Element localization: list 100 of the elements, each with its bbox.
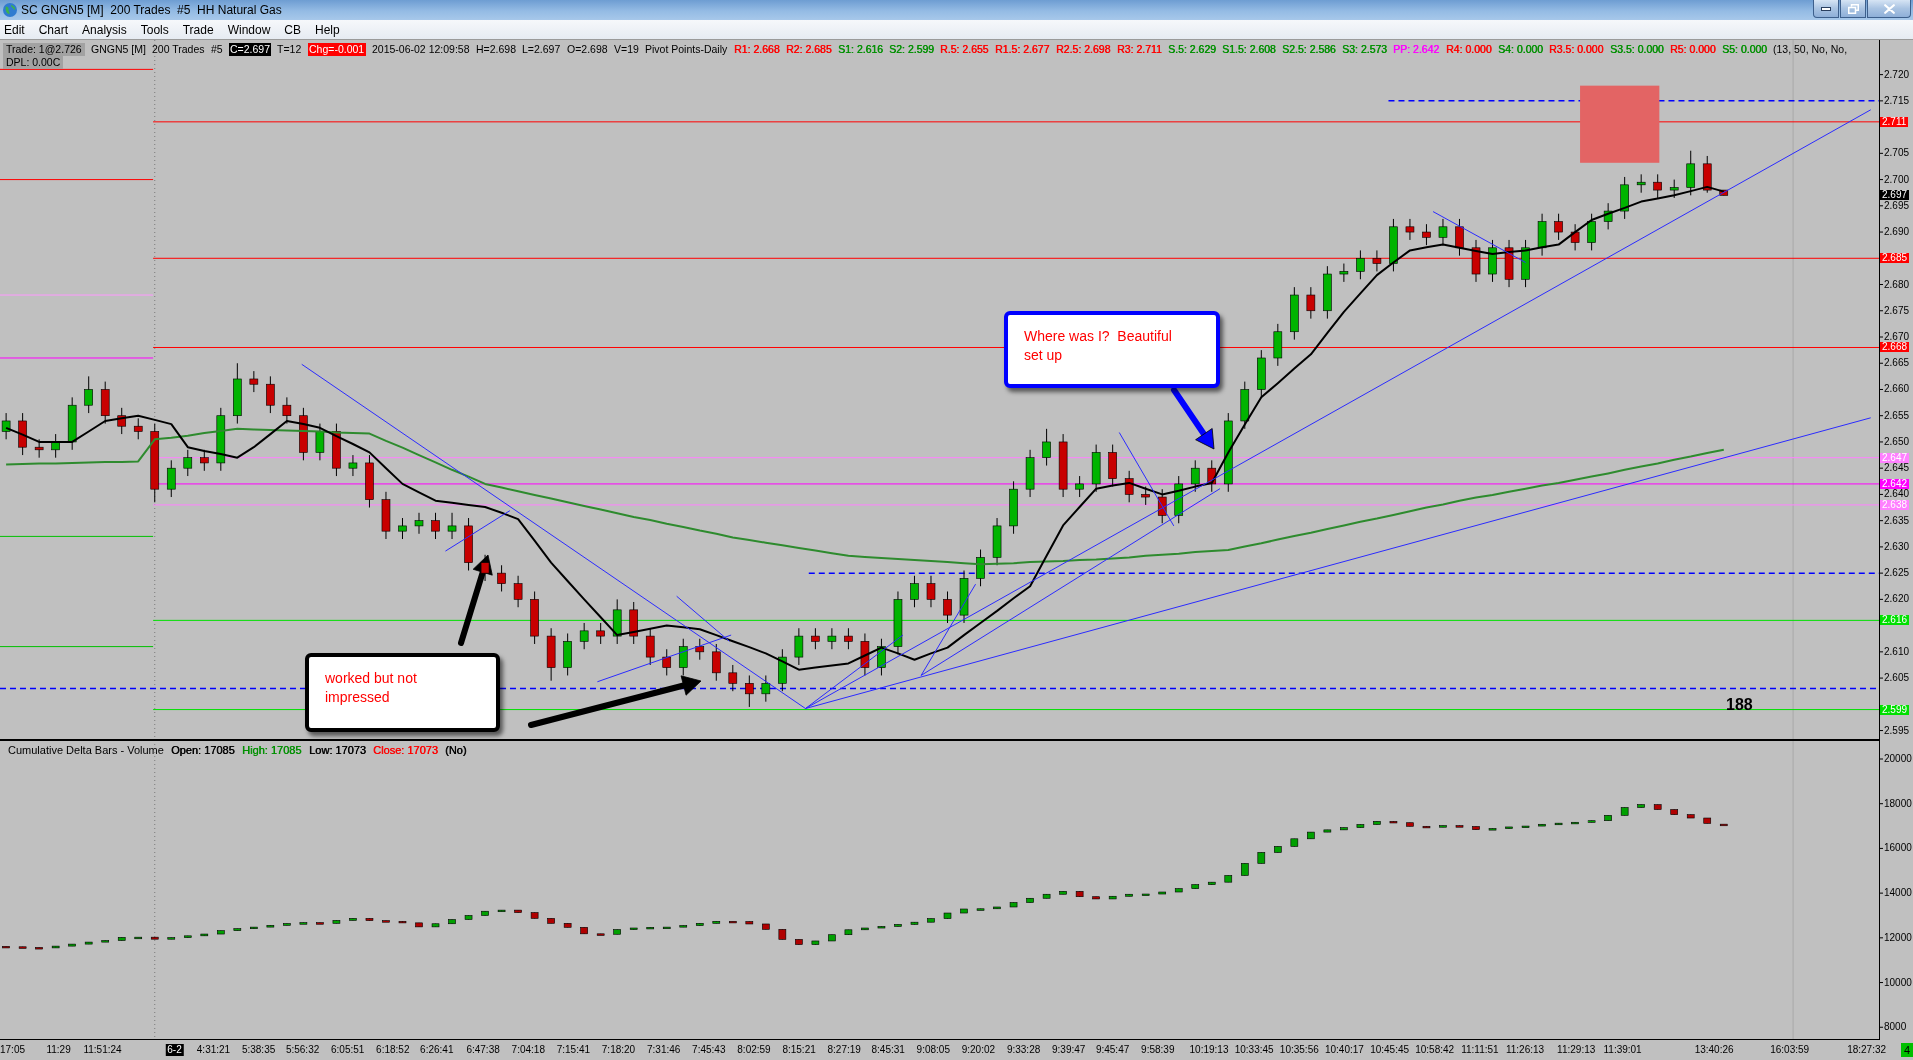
axis-label: 2.705 <box>1884 148 1910 159</box>
info-text: T=12 <box>277 43 302 56</box>
time-label: 5:38:35 <box>241 1044 276 1056</box>
time-label: 9:58:39 <box>1141 1044 1175 1056</box>
time-label: 9:20:02 <box>961 1044 996 1056</box>
pivot-value: S3.5: 0.000 <box>1610 43 1664 56</box>
price-tag: 2.668 <box>1880 342 1910 353</box>
axis-label: 2.695 <box>1884 200 1910 211</box>
trade-info: Trade: 1@2.726 <box>3 43 85 56</box>
axis-label: 2.610 <box>1884 646 1910 657</box>
time-label: 6:47:38 <box>466 1044 500 1056</box>
time-label: 8:15:21 <box>782 1044 816 1056</box>
pivot-value: R2.5: 2.698 <box>1056 43 1111 56</box>
axis-label: 2.640 <box>1884 489 1910 500</box>
time-label: 18:27:32 <box>1847 1044 1887 1056</box>
count-label: 4 <box>1900 1043 1913 1057</box>
axis-label: 20000 <box>1884 754 1912 764</box>
time-label: 13:40:26 <box>1694 1044 1734 1056</box>
time-label: 7:45:43 <box>692 1044 726 1056</box>
price-tag: 2.616 <box>1880 615 1910 626</box>
time-label: 9:39:47 <box>1052 1044 1086 1056</box>
time-label: 9:08:05 <box>916 1044 950 1056</box>
info-text: Pivot Points-Daily <box>645 43 728 56</box>
time-label: 11:51:24 <box>83 1044 122 1056</box>
date-marker: 6-2 <box>165 1044 184 1056</box>
axis-label: 2.675 <box>1884 305 1910 316</box>
time-label: 7:04:18 <box>511 1044 545 1056</box>
axis-label: 2.595 <box>1884 725 1910 736</box>
time-label: 10:19:13 <box>1189 1044 1229 1056</box>
axis-label: 2.700 <box>1884 174 1910 185</box>
time-label: 4:31:21 <box>196 1044 231 1056</box>
study-value: Close: 17073 <box>373 744 438 757</box>
time-label: 8:02:59 <box>737 1044 771 1056</box>
pivot-value: R3: 2.711 <box>1117 43 1162 56</box>
pivot-value: PP: 2.642 <box>1393 43 1440 56</box>
axis-label: 2.630 <box>1884 541 1910 552</box>
price-tag: 2.711 <box>1880 116 1909 127</box>
axis-label: 12000 <box>1884 932 1912 943</box>
axis-label: 2.645 <box>1884 463 1910 474</box>
last-price: C=2.697 <box>229 43 271 56</box>
time-label: 10:45:45 <box>1370 1044 1410 1056</box>
price-tag: 2.685 <box>1880 253 1910 264</box>
time-label: 11:29:13 <box>1557 1044 1596 1056</box>
pivot-value: S2: 2.599 <box>889 43 934 56</box>
time-label: 6:18:52 <box>376 1044 410 1056</box>
axis-label: 2.715 <box>1884 95 1910 106</box>
info-text: 2015-06-02 12:09:58 <box>372 43 470 56</box>
pivot-value: R2: 2.685 <box>786 43 832 56</box>
axis-label: 2.650 <box>1884 436 1910 447</box>
axis-label: 2.690 <box>1884 227 1910 238</box>
callout-note: worked but not impressed <box>305 653 500 732</box>
time-label: 11:39:01 <box>1603 1044 1642 1056</box>
study-value: High: 17085 <box>242 744 302 757</box>
time-label: 10:35:56 <box>1279 1044 1319 1056</box>
axis-label: 2.635 <box>1884 515 1910 526</box>
time-label: 9:45:47 <box>1095 1044 1130 1056</box>
pivot-value: S5: 0.000 <box>1722 43 1767 56</box>
axis-label: 18000 <box>1884 798 1912 809</box>
pivot-value: S4: 0.000 <box>1498 43 1543 56</box>
time-label: 10:33:45 <box>1234 1044 1274 1056</box>
axis-label: 2.660 <box>1884 384 1910 395</box>
price-tag: 2.599 <box>1880 704 1910 715</box>
pivot-value: R5: 0.000 <box>1670 43 1716 56</box>
dpl-label: DPL: 0.00C <box>3 56 64 69</box>
axis-label: 8000 <box>1884 1022 1907 1033</box>
pivot-value: R1.5: 2.677 <box>995 43 1050 56</box>
axis-label: 2.680 <box>1884 279 1910 290</box>
info-text: GNGN5 [M] <box>91 43 146 56</box>
pivot-value: S1.5: 2.608 <box>1222 43 1276 56</box>
callout-note: Where was I? Beautiful set up <box>1004 311 1220 388</box>
time-label: 8:27:19 <box>827 1044 861 1056</box>
info-text: #5 <box>211 43 223 56</box>
study-settings-text: (13, 50, No, No, <box>1773 43 1848 56</box>
axis-label: 2.665 <box>1884 358 1910 369</box>
axis-label: 14000 <box>1884 888 1912 899</box>
price-tag: 2.638 <box>1880 499 1910 510</box>
study-value: Open: 17085 <box>171 744 235 757</box>
info-text: O=2.698 <box>567 43 608 56</box>
time-label: 10:58:42 <box>1415 1044 1455 1056</box>
time-label: 17:05 <box>0 1044 26 1056</box>
annotation-label: 188 <box>1726 696 1753 714</box>
info-text: 200 Trades <box>152 43 205 56</box>
study-value: (No) <box>445 744 467 757</box>
study-value: Low: 17073 <box>309 744 366 757</box>
price-tag: 2.642 <box>1880 478 1910 489</box>
time-label: 9:33:28 <box>1006 1044 1041 1056</box>
pivot-value: R1: 2.668 <box>734 43 780 56</box>
window-title: SC GNGN5 [M] 200 Trades #5 HH Natural Gas <box>21 3 282 17</box>
pivot-value: S3: 2.573 <box>1342 43 1387 56</box>
axis-label: 16000 <box>1884 843 1912 854</box>
axis-label: 10000 <box>1884 977 1912 988</box>
time-label: 6:05:51 <box>331 1044 365 1056</box>
time-label: 11:11:51 <box>1461 1044 1499 1056</box>
time-label: 8:45:31 <box>871 1044 905 1056</box>
axis-label: 2.720 <box>1884 69 1910 80</box>
time-label: 6:26:41 <box>420 1044 454 1056</box>
time-label: 7:18:20 <box>601 1044 636 1056</box>
axis-label: 2.655 <box>1884 410 1910 421</box>
time-label: 11:26:13 <box>1505 1044 1545 1056</box>
time-label: 7:31:46 <box>647 1044 681 1056</box>
